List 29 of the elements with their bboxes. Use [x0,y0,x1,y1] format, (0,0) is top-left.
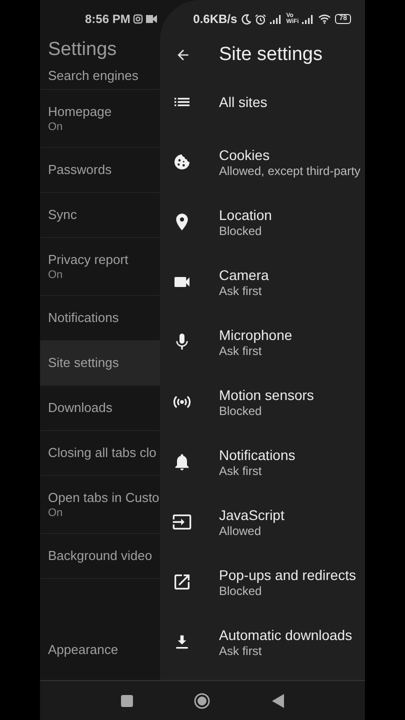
wifi-icon [318,14,332,24]
home-button[interactable] [194,692,210,708]
site-setting-item[interactable]: Camera Ask first [219,266,269,298]
settings-item[interactable]: Appearance [40,627,160,672]
signal-icon [270,14,282,24]
site-setting-item[interactable]: Motion sensors Blocked [219,386,314,418]
site-setting-item[interactable]: Automatic downloads Ask first [219,626,352,658]
video-icon [146,15,158,23]
site-setting-item[interactable]: JavaScript Allowed [219,506,284,538]
moon-icon [241,14,252,24]
back-arrow-icon[interactable] [175,47,191,63]
page-title: Site settings [219,42,322,67]
camera-app-icon [133,14,144,24]
site-setting-item[interactable]: Location Blocked [219,206,272,238]
cookie-icon [172,152,192,172]
network-speed: 0.6KB/s [193,11,238,28]
site-setting-item[interactable]: Microphone Ask first [219,326,292,358]
recents-button[interactable] [120,694,133,706]
site-setting-item[interactable]: Cookies Allowed, except third-party [219,146,360,178]
signal-icon [302,14,314,24]
alarm-icon [255,14,266,24]
site-setting-item[interactable]: All sites [219,93,268,111]
back-button[interactable] [272,694,284,708]
clock-time: 8:56 PM [85,11,130,28]
site-setting-item[interactable]: Notifications Ask first [219,446,296,478]
enter-box-icon [172,512,192,532]
settings-item[interactable]: Site settings [40,341,160,386]
site-setting-item[interactable]: Pop-ups and redirects Blocked [219,566,356,598]
open-external-icon [172,572,192,592]
